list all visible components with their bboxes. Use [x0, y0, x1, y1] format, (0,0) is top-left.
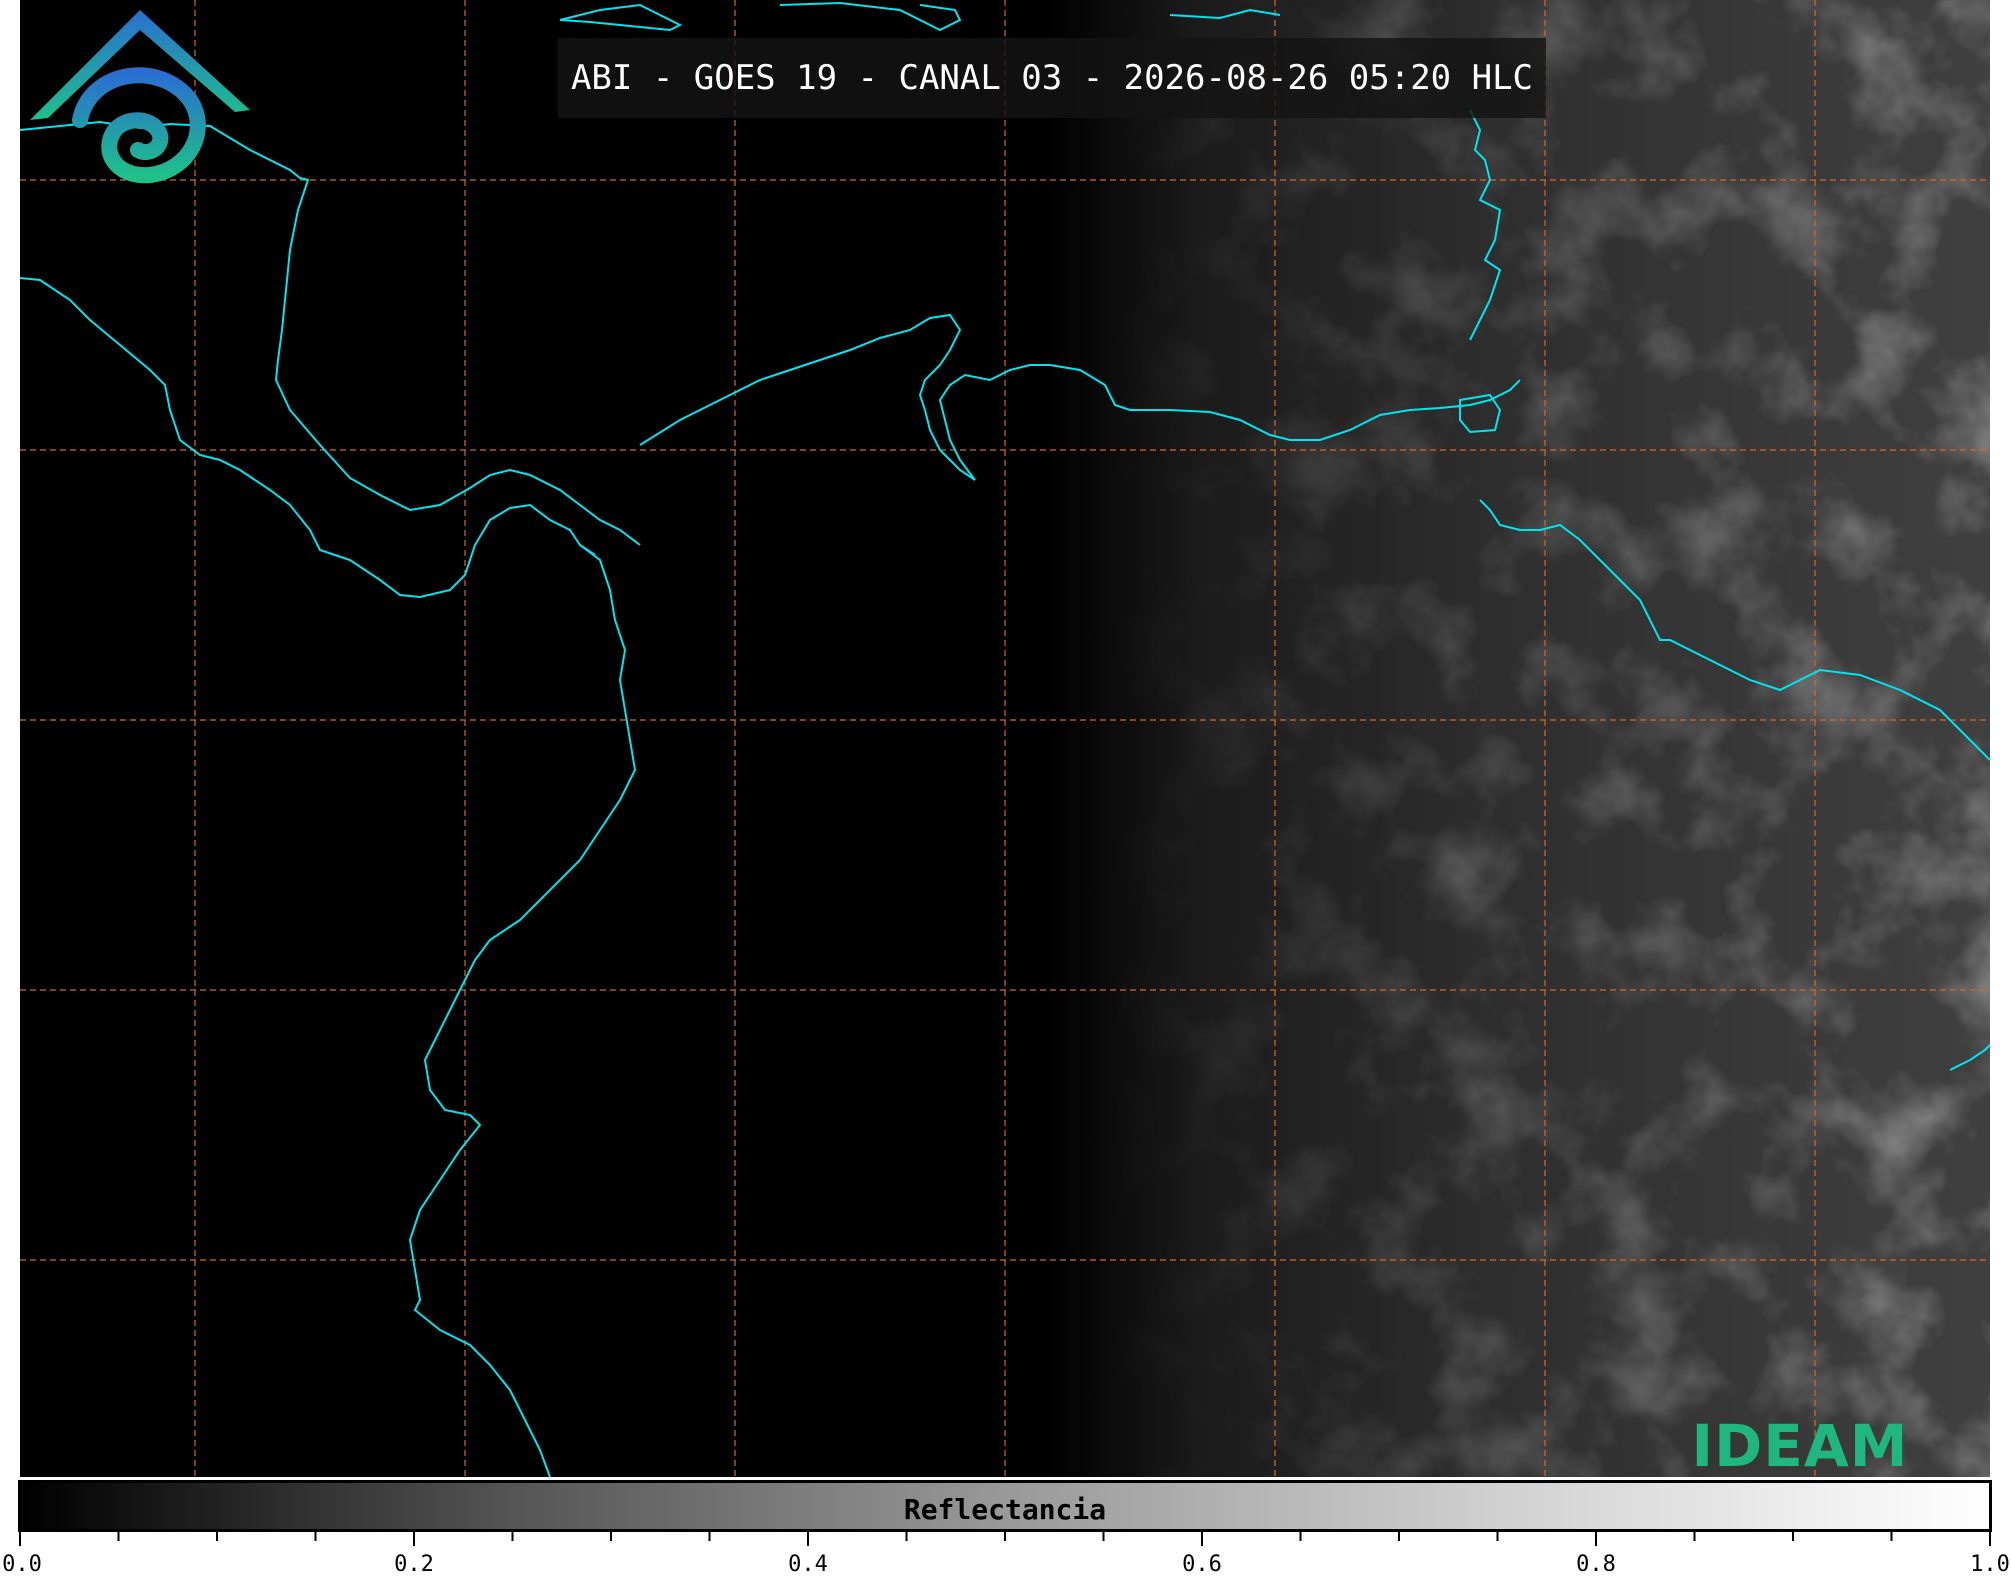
- colorbar-tick-label: 0.6: [1182, 1552, 1222, 1577]
- map-canvas: [20, 0, 1990, 1477]
- colorbar-tick-label: 0.2: [394, 1552, 434, 1577]
- satellite-map: ABI - GOES 19 - CANAL 03 - 2026-08-26 05…: [20, 0, 1990, 1477]
- colorbar-ticks: [19, 1532, 1991, 1546]
- colorbar-label: Reflectancia: [903, 1493, 1107, 1526]
- colorbar-tick-label: 0.0: [2, 1552, 42, 1577]
- colorbar-tick-label: 1.0: [1970, 1552, 2010, 1577]
- colorbar-tick-label: 0.8: [1576, 1552, 1616, 1577]
- ideam-logo-text: IDEAM: [1691, 1412, 1909, 1477]
- colorbar: Reflectancia: [18, 1480, 1992, 1532]
- map-title: ABI - GOES 19 - CANAL 03 - 2026-08-26 05…: [558, 38, 1546, 118]
- ideam-logo-icon: [30, 10, 250, 184]
- colorbar-tick-label: 0.4: [788, 1552, 828, 1577]
